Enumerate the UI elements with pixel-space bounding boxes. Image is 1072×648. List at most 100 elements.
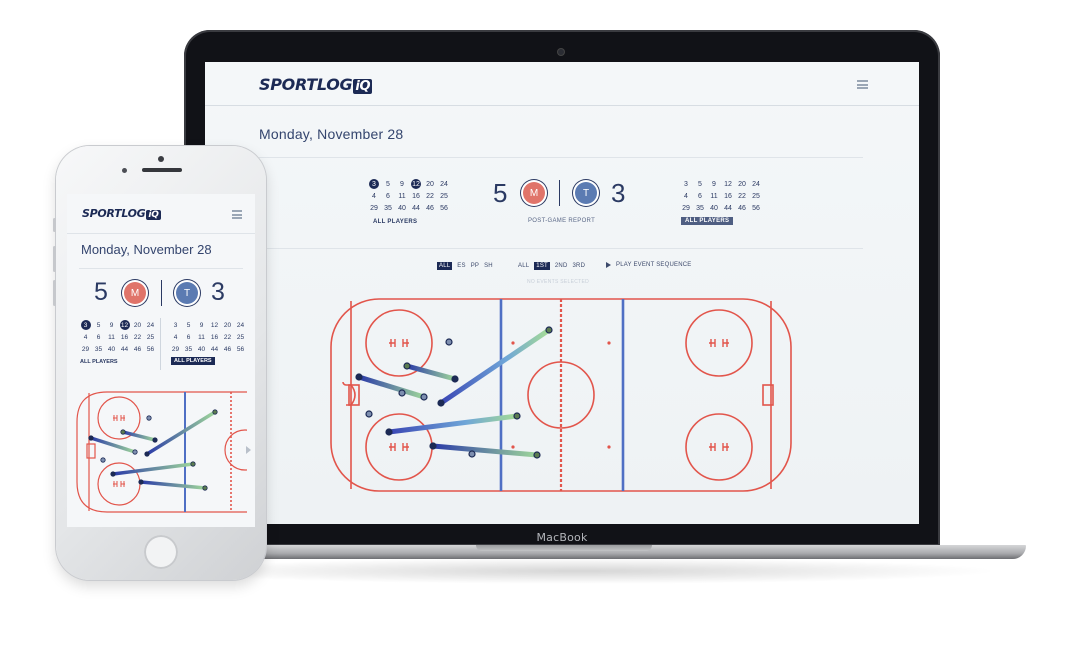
filter-option[interactable]: ALL bbox=[437, 262, 453, 270]
player-number[interactable]: 16 bbox=[409, 191, 423, 201]
player-number[interactable]: 9 bbox=[395, 179, 409, 189]
player-number[interactable]: 6 bbox=[381, 191, 395, 201]
player-number[interactable]: 3 bbox=[80, 320, 91, 330]
player-number[interactable]: 35 bbox=[182, 344, 195, 354]
player-number[interactable]: 22 bbox=[735, 191, 749, 201]
player-number[interactable]: 12 bbox=[411, 179, 421, 189]
logo[interactable]: SPORTLOG iQ bbox=[259, 75, 373, 94]
player-number[interactable]: 16 bbox=[721, 191, 735, 201]
play-sequence-button[interactable]: PLAY EVENT SEQUENCE bbox=[606, 262, 692, 268]
player-number[interactable]: 20 bbox=[221, 320, 234, 330]
player-number[interactable]: 6 bbox=[182, 332, 195, 342]
player-number[interactable]: 3 bbox=[679, 179, 693, 189]
player-number[interactable]: 5 bbox=[693, 179, 707, 189]
player-number[interactable]: 40 bbox=[707, 203, 721, 213]
player-number[interactable]: 29 bbox=[679, 203, 693, 213]
player-number[interactable]: 25 bbox=[144, 332, 157, 342]
player-number[interactable]: 24 bbox=[234, 320, 247, 330]
player-number[interactable]: 25 bbox=[234, 332, 247, 342]
player-number[interactable]: 20 bbox=[131, 320, 144, 330]
filter-option[interactable]: SH bbox=[484, 263, 493, 269]
player-number[interactable]: 11 bbox=[395, 191, 409, 201]
player-number[interactable]: 3 bbox=[369, 179, 379, 189]
player-number[interactable]: 46 bbox=[735, 203, 749, 213]
player-number[interactable]: 35 bbox=[92, 344, 105, 354]
player-number[interactable]: 12 bbox=[721, 179, 735, 189]
score-divider bbox=[161, 280, 162, 306]
filter-option[interactable]: ES bbox=[457, 263, 465, 269]
player-number[interactable]: 3 bbox=[169, 320, 182, 330]
player-number[interactable]: 44 bbox=[118, 344, 131, 354]
home-button[interactable] bbox=[144, 535, 178, 569]
player-number[interactable]: 22 bbox=[131, 332, 144, 342]
player-number[interactable]: 25 bbox=[437, 191, 451, 201]
player-number[interactable]: 24 bbox=[749, 179, 763, 189]
player-number[interactable]: 44 bbox=[208, 344, 221, 354]
filter-option[interactable]: 1ST bbox=[534, 262, 550, 270]
player-number[interactable]: 4 bbox=[679, 191, 693, 201]
player-number[interactable]: 56 bbox=[144, 344, 157, 354]
player-number[interactable]: 46 bbox=[221, 344, 234, 354]
device-label: MacBook bbox=[536, 531, 588, 544]
rink-diagram[interactable] bbox=[329, 297, 793, 493]
rink-diagram[interactable] bbox=[75, 390, 247, 514]
filter-option[interactable]: PP bbox=[471, 263, 479, 269]
home-score: 5 bbox=[94, 278, 108, 306]
player-number[interactable]: 5 bbox=[381, 179, 395, 189]
player-number[interactable]: 12 bbox=[119, 320, 130, 330]
filter-option[interactable]: 2ND bbox=[555, 263, 568, 269]
player-number[interactable]: 4 bbox=[169, 332, 182, 342]
chevron-right-icon[interactable] bbox=[246, 446, 251, 454]
player-number[interactable]: 46 bbox=[423, 203, 437, 213]
player-number[interactable]: 12 bbox=[208, 320, 221, 330]
home-all-players-button[interactable]: ALL PLAYERS bbox=[80, 359, 118, 365]
player-number[interactable]: 35 bbox=[381, 203, 395, 213]
player-number[interactable]: 46 bbox=[131, 344, 144, 354]
player-number[interactable]: 5 bbox=[92, 320, 105, 330]
player-number[interactable]: 6 bbox=[693, 191, 707, 201]
player-number[interactable]: 22 bbox=[221, 332, 234, 342]
player-number[interactable]: 22 bbox=[423, 191, 437, 201]
player-number[interactable]: 6 bbox=[92, 332, 105, 342]
filter-option[interactable]: 3RD bbox=[573, 263, 586, 269]
player-number[interactable]: 56 bbox=[437, 203, 451, 213]
player-number[interactable]: 44 bbox=[721, 203, 735, 213]
player-number[interactable]: 40 bbox=[195, 344, 208, 354]
menu-icon[interactable] bbox=[232, 210, 242, 219]
player-number[interactable]: 40 bbox=[395, 203, 409, 213]
player-number[interactable]: 25 bbox=[749, 191, 763, 201]
player-number[interactable]: 9 bbox=[195, 320, 208, 330]
logo[interactable]: SPORTLOG iQ bbox=[82, 207, 161, 220]
player-number[interactable]: 56 bbox=[749, 203, 763, 213]
laptop-screen: SPORTLOG iQ Monday, November 28 3 5 9 12 20 24… bbox=[205, 62, 919, 524]
player-number[interactable]: 29 bbox=[169, 344, 182, 354]
player-number[interactable]: 44 bbox=[409, 203, 423, 213]
player-number[interactable]: 40 bbox=[105, 344, 118, 354]
player-number[interactable]: 35 bbox=[693, 203, 707, 213]
player-number[interactable]: 4 bbox=[367, 191, 381, 201]
menu-icon[interactable] bbox=[857, 80, 868, 89]
speaker-grille bbox=[142, 168, 182, 172]
player-number[interactable]: 29 bbox=[367, 203, 381, 213]
player-number[interactable]: 9 bbox=[707, 179, 721, 189]
player-number[interactable]: 16 bbox=[208, 332, 221, 342]
away-all-players-button[interactable]: ALL PLAYERS bbox=[171, 357, 215, 365]
player-number[interactable]: 11 bbox=[105, 332, 118, 342]
player-number[interactable]: 20 bbox=[423, 179, 437, 189]
player-number[interactable]: 24 bbox=[437, 179, 451, 189]
player-number[interactable]: 24 bbox=[144, 320, 157, 330]
player-number[interactable]: 11 bbox=[195, 332, 208, 342]
player-number[interactable]: 20 bbox=[735, 179, 749, 189]
player-number[interactable]: 4 bbox=[79, 332, 92, 342]
player-number[interactable]: 11 bbox=[707, 191, 721, 201]
away-player-list: 3 5 9 12 20 24 4 6 11 16 22 25 29 35 40 44 46 56 bbox=[169, 320, 247, 354]
filter-option[interactable]: ALL bbox=[518, 263, 529, 269]
away-score: 3 bbox=[611, 178, 626, 208]
player-number[interactable]: 5 bbox=[182, 320, 195, 330]
player-number[interactable]: 16 bbox=[118, 332, 131, 342]
player-number[interactable]: 9 bbox=[105, 320, 118, 330]
player-number[interactable]: 56 bbox=[234, 344, 247, 354]
away-all-players-button[interactable]: ALL PLAYERS bbox=[681, 217, 734, 225]
player-number[interactable]: 29 bbox=[79, 344, 92, 354]
home-all-players-button[interactable]: ALL PLAYERS bbox=[373, 219, 417, 225]
